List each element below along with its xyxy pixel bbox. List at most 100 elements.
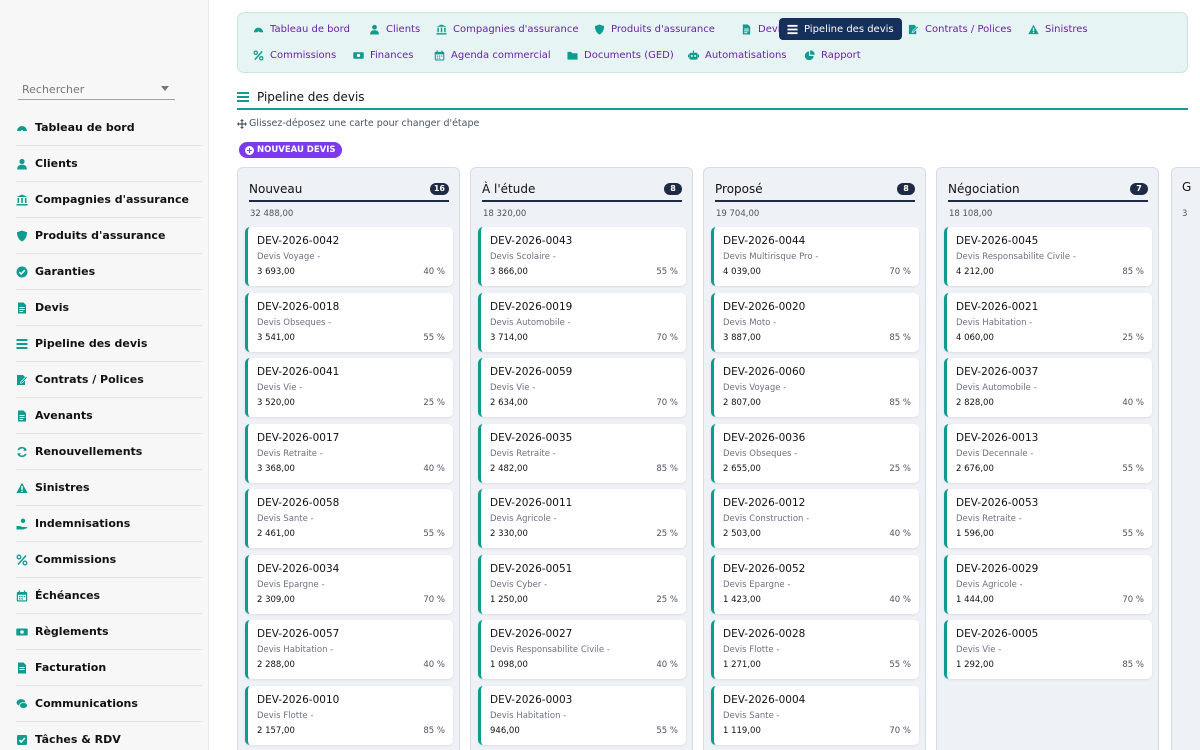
quote-card[interactable]: DEV-2026-0012 Devis Construction - 2 503,0… (711, 489, 919, 548)
quote-type: Devis Scolaire - (490, 252, 556, 262)
quote-card[interactable]: DEV-2026-0045 Devis Responsabilite Civile… (944, 227, 1152, 286)
quote-type: Devis Obseques - (723, 448, 798, 459)
quote-card[interactable]: DEV-2026-0059 Devis Vie - 2 634,00 70 % (478, 358, 686, 417)
sidebar-item-avenants[interactable]: Avenants (16, 398, 202, 434)
sidebar-item-echeances[interactable]: Échéances (16, 578, 202, 614)
quote-card[interactable]: DEV-2026-0010 Devis Flotte - 2 157,00 85 % (245, 685, 453, 745)
quote-probability: 40 % (889, 594, 911, 605)
quote-card[interactable]: DEV-2026-0029 Devis Agricole - 1 444,00 70 … (944, 554, 1152, 614)
quote-card[interactable]: DEV-2026-0035 Devis Retraite - 2 482,00 85 … (478, 423, 686, 483)
quote-card[interactable]: DEV-2026-0041 Devis Vie - 3 520,00 25 % (245, 358, 453, 417)
quote-amount: 1 596,00 (956, 529, 994, 539)
sidebar-item-facturation[interactable]: Facturation (16, 650, 202, 686)
sidebar-item-commissions[interactable]: Commissions (16, 542, 202, 578)
quote-card[interactable]: DEV-2026-0019 Devis Automobile - 3 714,00 7… (478, 292, 686, 352)
quote-card[interactable]: DEV-2026-0017 Devis Retraite - 3 368,00 40 … (245, 423, 453, 483)
sidebar-item-sinistres[interactable]: Sinistres (16, 470, 202, 506)
sidebar-item-label: Avenants (35, 409, 93, 422)
sidebar-item-produits-d-assurance[interactable]: Produits d'assurance (16, 218, 202, 254)
sidebar-item-renouvellements[interactable]: Renouvellements (16, 434, 202, 470)
quote-reference: DEV-2026-0036 (723, 431, 806, 444)
quote-card[interactable]: DEV-2026-0028 Devis Flotte - 1 271,00 55 % (711, 620, 919, 679)
quote-type: Devis Cyber - (490, 579, 548, 590)
sidebar-item-compagnies-d-assurance[interactable]: Compagnies d'assurance (16, 182, 202, 218)
tasks-icon (16, 734, 28, 746)
robot-icon (688, 50, 699, 61)
sidebar-item-devis[interactable]: Devis (16, 290, 202, 326)
sidebar-item-garanties[interactable]: Garanties (16, 254, 202, 290)
quote-card[interactable]: DEV-2026-0042 Devis Voyage - 3 693,00 40 % (245, 227, 453, 286)
quote-card[interactable]: DEV-2026-0060 Devis Voyage - 2 807,00 85 % (711, 358, 919, 417)
quote-card[interactable]: DEV-2026-0051 Devis Cyber - 1 250,00 25 % (478, 554, 686, 614)
new-quote-button[interactable]: + NOUVEAU DEVIS (239, 142, 342, 158)
contract-icon (16, 374, 28, 386)
tab-produits-d-assurance[interactable]: Produits d'assurance (586, 18, 723, 40)
tab-commissions[interactable]: Commissions (245, 44, 344, 66)
tab-rapport[interactable]: Rapport (796, 44, 869, 66)
quote-reference: DEV-2026-0013 (956, 431, 1039, 444)
money-icon (353, 50, 364, 61)
dashboard-icon (16, 122, 28, 134)
quote-reference: DEV-2026-0044 (723, 235, 806, 247)
quote-reference: DEV-2026-0017 (257, 431, 340, 444)
quote-reference: DEV-2026-0034 (257, 562, 340, 575)
drag-hint: Glissez-déposez une carte pour changer d… (237, 118, 479, 129)
quote-card[interactable]: DEV-2026-0005 Devis Vie - 1 292,00 85 % (944, 620, 1152, 679)
quote-card[interactable]: DEV-2026-0003 Devis Habitation - 946,00 55 … (478, 685, 686, 745)
quote-card[interactable]: DEV-2026-0034 Devis Epargne - 2 309,00 70 % (245, 554, 453, 614)
tab-label: Tableau de bord (270, 23, 350, 35)
quote-card[interactable]: DEV-2026-0037 Devis Automobile - 2 828,00 4… (944, 358, 1152, 417)
sidebar-item-taches-rdv[interactable]: Tâches & RDV (16, 722, 202, 750)
column-total: 18 320,00 (483, 209, 527, 219)
quote-card[interactable]: DEV-2026-0021 Devis Habitation - 4 060,00 2… (944, 292, 1152, 352)
sidebar-item-label: Communications (35, 697, 138, 710)
quote-card[interactable]: DEV-2026-0020 Devis Moto - 3 887,00 85 % (711, 292, 919, 352)
tab-automatisations[interactable]: Automatisations (680, 44, 795, 66)
quote-card[interactable]: DEV-2026-0053 Devis Retraite - 1 596,00 55 … (944, 489, 1152, 548)
sidebar-item-indemnisations[interactable]: Indemnisations (16, 506, 202, 542)
sidebar-item-clients[interactable]: Clients (16, 146, 202, 182)
quote-card[interactable]: DEV-2026-0011 Devis Agricole - 2 330,00 25 … (478, 489, 686, 548)
tab-agenda-commercial[interactable]: Agenda commercial (426, 44, 559, 66)
tab-clients[interactable]: Clients (361, 18, 428, 40)
quote-card[interactable]: DEV-2026-0044 Devis Multirisque Pro - 4 03… (711, 227, 919, 286)
quote-amount: 1 098,00 (490, 660, 528, 670)
sidebar-item-communications[interactable]: Communications (16, 686, 202, 722)
quote-card[interactable]: DEV-2026-0027 Devis Responsabilite Civile… (478, 620, 686, 679)
quote-probability: 85 % (1122, 267, 1144, 277)
quote-type: Devis Retraite - (257, 448, 323, 459)
chevron-down-icon[interactable] (161, 86, 169, 91)
quote-card[interactable]: DEV-2026-0057 Devis Habitation - 2 288,00 4… (245, 620, 453, 679)
quote-amount: 3 714,00 (490, 332, 528, 343)
quote-card[interactable]: DEV-2026-0058 Devis Sante - 2 461,00 55 % (245, 489, 453, 548)
quote-type: Devis Vie - (257, 383, 303, 393)
quote-amount: 4 039,00 (723, 267, 761, 277)
shield-icon (16, 230, 28, 242)
quote-card[interactable]: DEV-2026-0004 Devis Sante - 1 119,00 70 % (711, 685, 919, 745)
money-icon (16, 626, 28, 638)
sidebar-item-contrats-polices[interactable]: Contrats / Polices (16, 362, 202, 398)
search-input[interactable] (18, 80, 158, 99)
search-box[interactable] (18, 78, 175, 100)
column-total: 18 108,00 (949, 209, 993, 219)
tab-finances[interactable]: Finances (345, 44, 421, 66)
quote-card[interactable]: DEV-2026-0052 Devis Epargne - 1 423,00 40 % (711, 554, 919, 614)
quote-card[interactable]: DEV-2026-0036 Devis Obseques - 2 655,00 25 … (711, 423, 919, 483)
quote-card[interactable]: DEV-2026-0013 Devis Decennale - 2 676,00 55… (944, 423, 1152, 483)
tab-pipeline-des-devis[interactable]: Pipeline des devis (779, 18, 902, 40)
sidebar-item-reglements[interactable]: Règlements (16, 614, 202, 650)
column-header: Proposé 8 (715, 178, 915, 202)
sidebar-item-pipeline-des-devis[interactable]: Pipeline des devis (16, 326, 202, 362)
tab-tableau-de-bord[interactable]: Tableau de bord (245, 18, 358, 40)
quote-reference: DEV-2026-0057 (257, 628, 340, 640)
sidebar-item-tableau-de-bord[interactable]: Tableau de bord (16, 110, 202, 146)
quote-card[interactable]: DEV-2026-0018 Devis Obseques - 3 541,00 55 … (245, 292, 453, 352)
tab-documents-ged[interactable]: Documents (GED) (559, 44, 682, 66)
tab-compagnies-d-assurance[interactable]: Compagnies d'assurance (428, 18, 587, 40)
tab-contrats-polices[interactable]: Contrats / Polices (900, 18, 1020, 40)
tab-label: Sinistres (1045, 23, 1088, 35)
tab-sinistres[interactable]: Sinistres (1020, 18, 1096, 40)
document-icon (741, 23, 752, 35)
quote-amount: 2 309,00 (257, 594, 295, 605)
quote-card[interactable]: DEV-2026-0043 Devis Scolaire - 3 866,00 55 … (478, 227, 686, 286)
